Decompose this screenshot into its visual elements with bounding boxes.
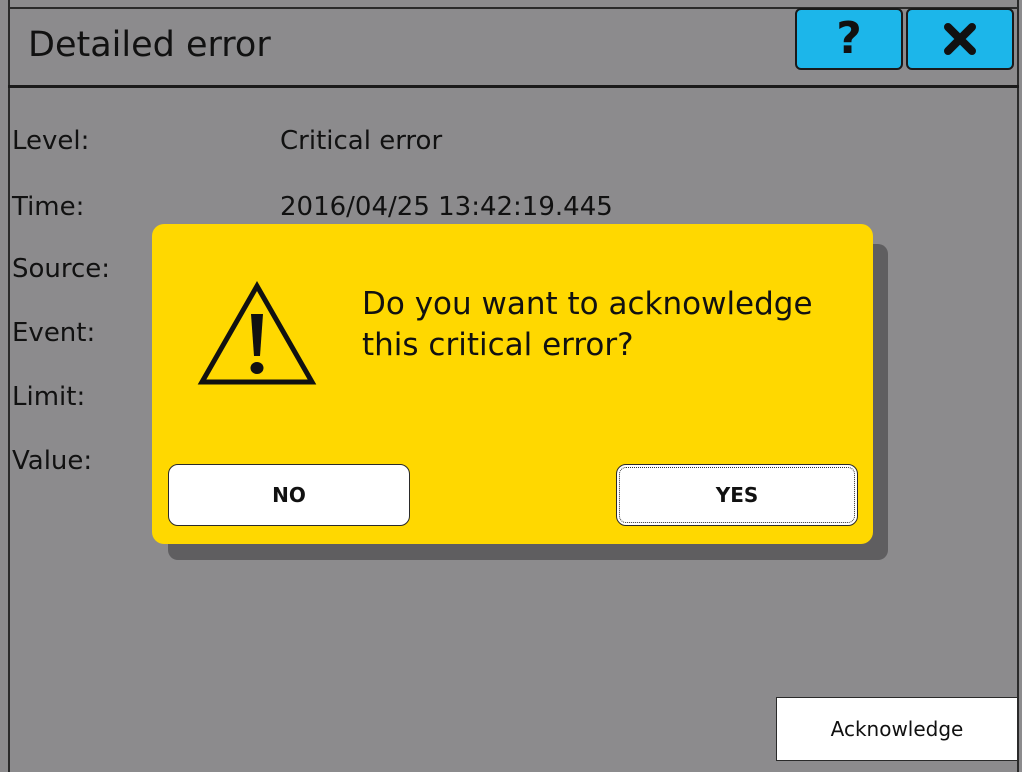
yes-button[interactable]: YES [616,464,858,526]
acknowledge-button[interactable]: Acknowledge [776,697,1018,761]
header-separator [8,85,1019,88]
dialog-message: Do you want to acknowledge this critical… [362,286,813,363]
frame-right-border [1017,0,1019,772]
question-mark-icon: ? [836,13,862,64]
level-label: Level: [12,126,90,156]
source-label: Source: [12,254,111,284]
page-title: Detailed error [28,25,271,65]
level-value: Critical error [280,126,443,156]
close-x-icon [944,23,976,55]
event-label: Event: [12,318,96,348]
detailed-error-screen: Detailed error ? Level: Critical error T… [0,0,1022,772]
warning-triangle-icon [197,280,317,385]
time-value: 2016/04/25 13:42:19.445 [280,192,613,222]
help-button[interactable]: ? [795,8,903,70]
no-button[interactable]: NO [168,464,410,526]
limit-label: Limit: [12,382,86,412]
value-label: Value: [12,446,93,476]
confirm-dialog: Do you want to acknowledge this critical… [152,224,873,544]
frame-left-border [8,0,10,772]
close-button[interactable] [906,8,1014,70]
time-label: Time: [12,192,85,222]
